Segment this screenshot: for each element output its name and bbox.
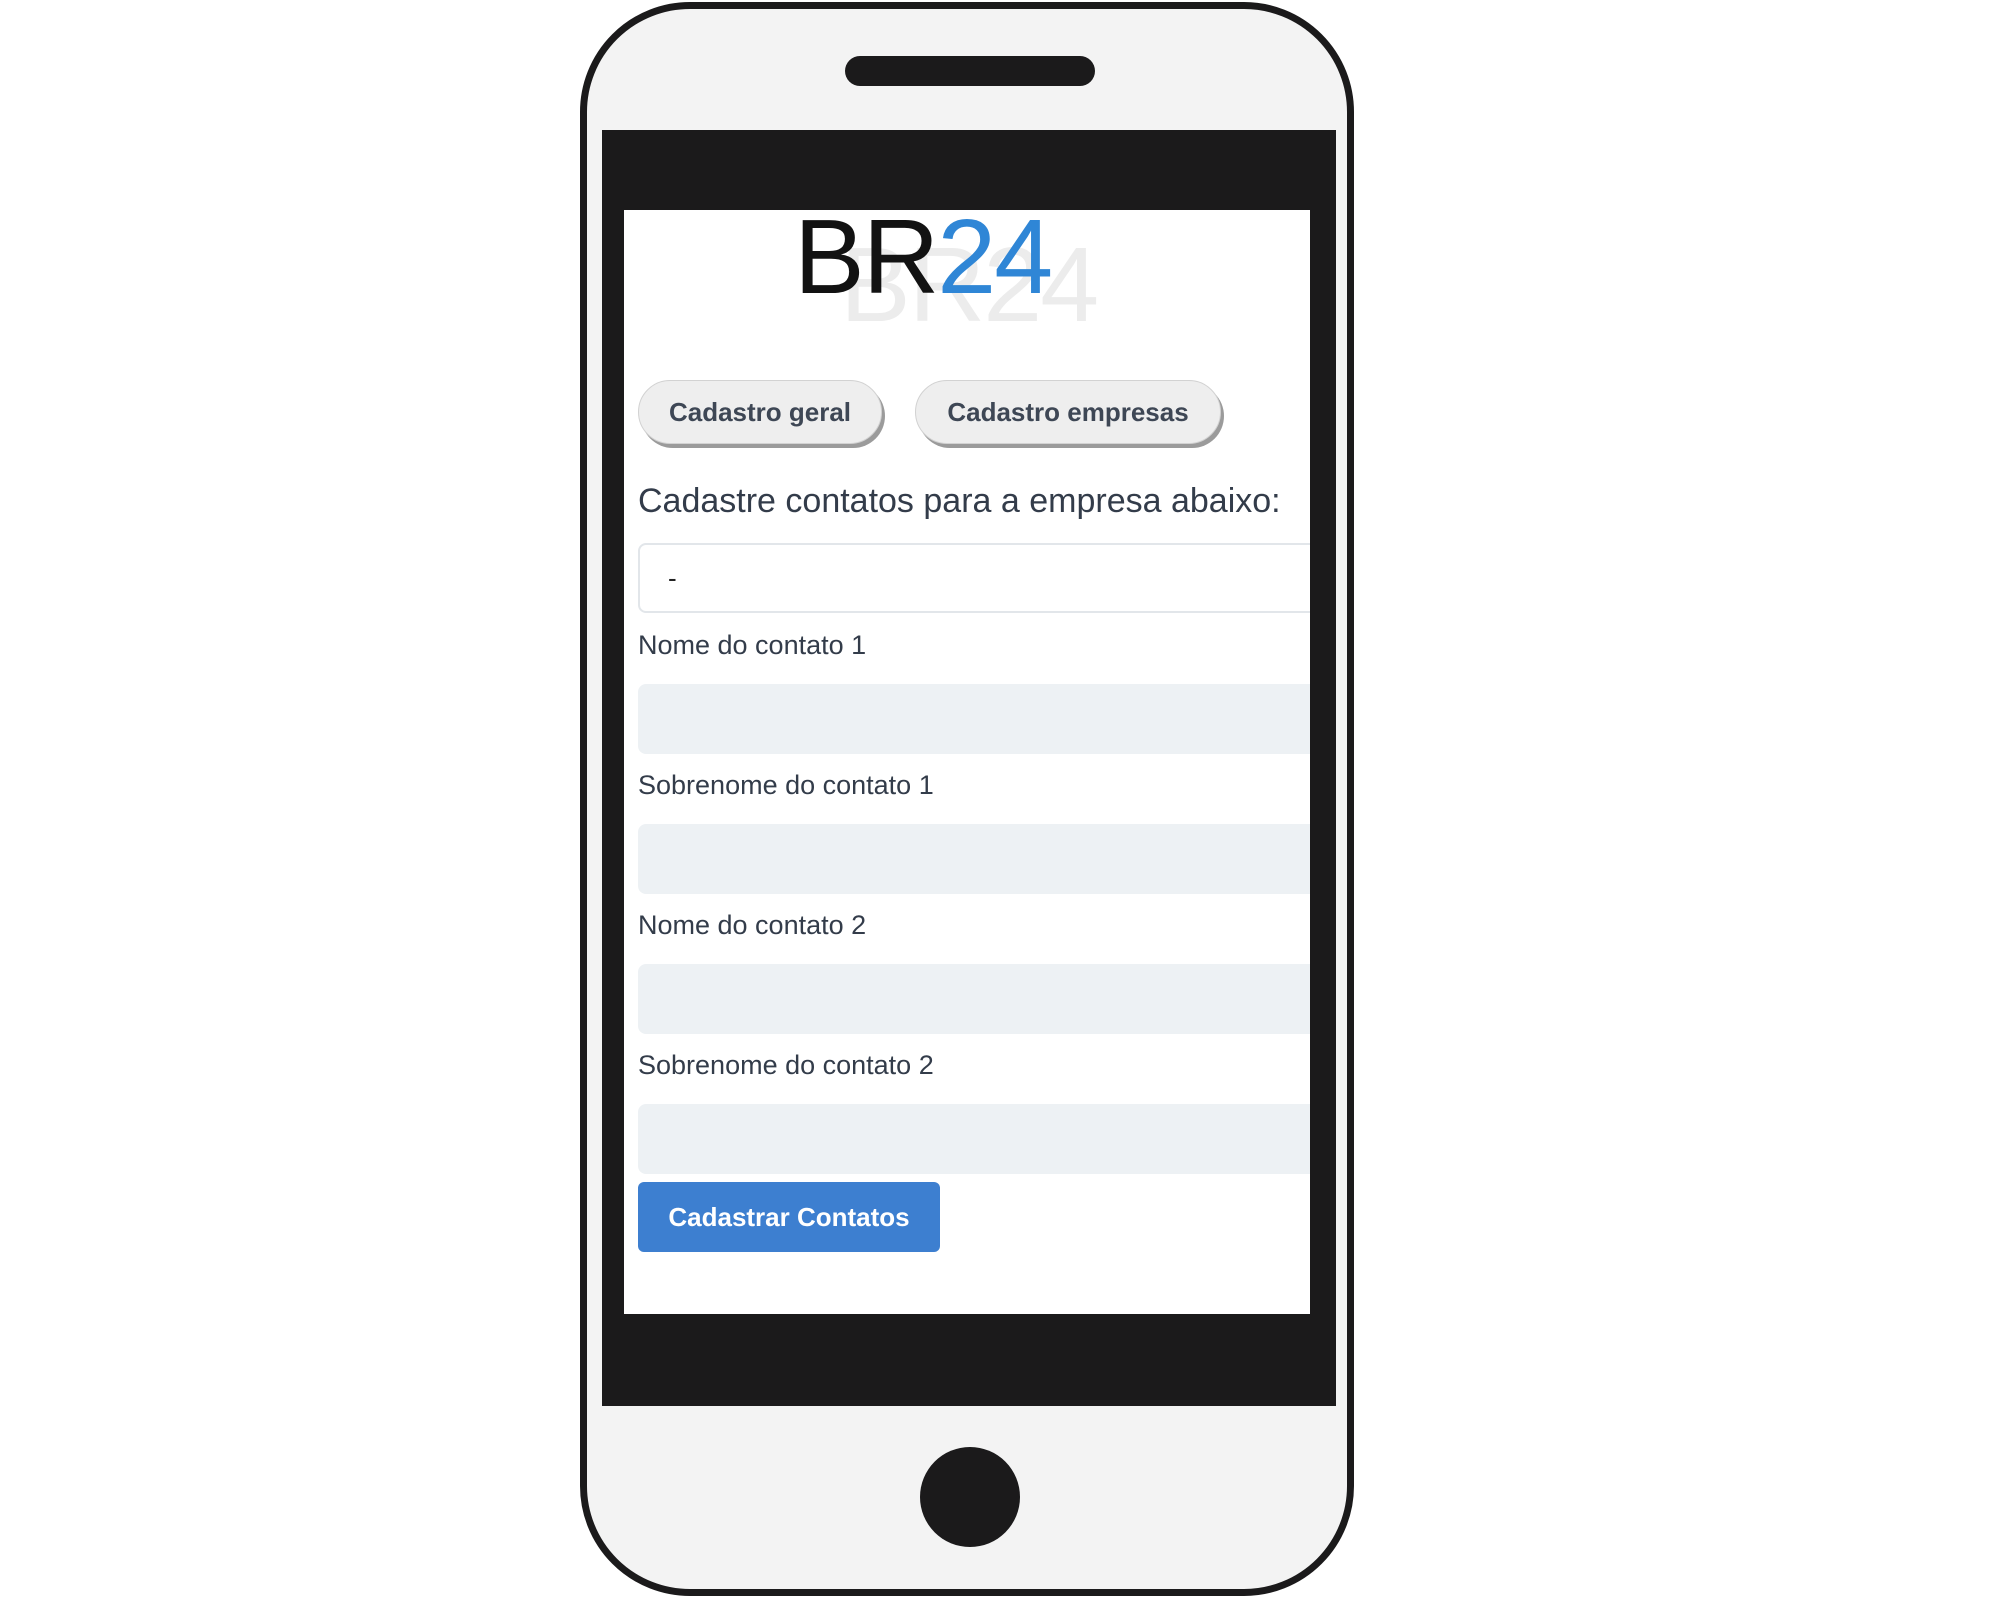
nome-contato-1-input[interactable]	[638, 684, 1310, 754]
app-screen: BR24 BR24 Cadastro geral Cadastro empres…	[624, 210, 1310, 1314]
logo-prefix: BR	[794, 210, 939, 316]
stage: BR24 BR24 Cadastro geral Cadastro empres…	[0, 0, 2000, 1600]
field-label-sobrenome-1: Sobrenome do contato 1	[638, 770, 934, 800]
form-heading: Cadastre contatos para a empresa abaixo:	[638, 482, 1281, 520]
company-select-value: -	[668, 562, 677, 593]
br24-logo: BR24 BR24	[794, 210, 1114, 350]
sobrenome-contato-2-input[interactable]	[638, 1104, 1310, 1174]
nav-cadastro-geral-button[interactable]: Cadastro geral	[638, 380, 882, 444]
sobrenome-contato-1-input[interactable]	[638, 824, 1310, 894]
phone-speaker	[845, 56, 1095, 86]
company-select[interactable]: -	[638, 543, 1310, 613]
field-label-nome-2: Nome do contato 2	[638, 910, 867, 940]
field-label-sobrenome-2: Sobrenome do contato 2	[638, 1050, 934, 1080]
field-label-nome-1: Nome do contato 1	[638, 630, 867, 660]
logo-text: BR24	[794, 210, 1053, 310]
logo-accent: 24	[937, 210, 1053, 316]
nome-contato-2-input[interactable]	[638, 964, 1310, 1034]
cadastrar-contatos-button[interactable]: Cadastrar Contatos	[638, 1182, 940, 1252]
nav-cadastro-empresas-button[interactable]: Cadastro empresas	[915, 380, 1221, 444]
phone-home-button	[920, 1447, 1020, 1547]
